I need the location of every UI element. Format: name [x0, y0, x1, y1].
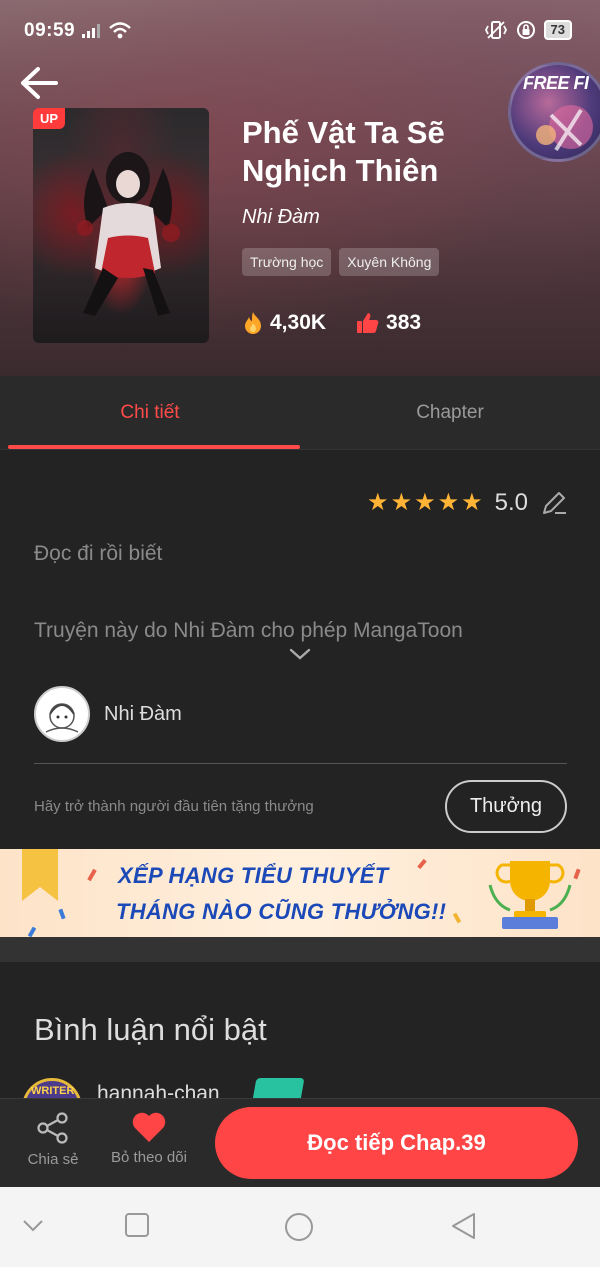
trophy-icon — [488, 861, 572, 929]
views-stat: 4,30K — [242, 311, 326, 335]
bookmark-ribbon-icon — [22, 849, 58, 901]
tag-list: Trường học Xuyên Không — [242, 248, 440, 276]
star-icon: ★ — [437, 489, 460, 516]
star-icon: ★ — [461, 489, 483, 516]
floating-game-ad[interactable]: FREE FI — [508, 62, 600, 162]
back-button[interactable] — [16, 60, 62, 106]
rating-value: 5.0 — [494, 489, 528, 516]
edit-rating-icon[interactable] — [540, 489, 568, 517]
comments-title: Bình luận nổi bật — [34, 1012, 267, 1047]
commenter-name[interactable]: hannah-chan — [97, 1082, 220, 1098]
divider — [34, 763, 567, 764]
status-time: 09:59 — [24, 20, 76, 41]
banner-headline: XẾP HẠNG TIỂU THUYẾT — [118, 863, 389, 888]
likes-count: 383 — [386, 311, 422, 334]
star-icon: ★ — [390, 489, 413, 516]
manga-description: Đọc đi rồi biết — [34, 542, 163, 565]
wifi-icon — [109, 22, 131, 39]
unfollow-label: Bỏ theo dõi — [111, 1149, 187, 1166]
cover-artwork — [77, 152, 180, 316]
recent-apps-icon[interactable] — [124, 1212, 150, 1238]
rotation-lock-icon — [516, 21, 535, 39]
manga-cover[interactable]: UP — [33, 108, 209, 343]
share-button[interactable]: Chia sẻ — [22, 1111, 84, 1168]
home-icon[interactable] — [284, 1212, 314, 1242]
writer-badge-label: WRITER — [31, 1085, 75, 1097]
share-label: Chia sẻ — [27, 1151, 79, 1168]
rating-row: ★ ★ ★ ★ ★ 5.0 — [367, 489, 568, 517]
continue-reading-button[interactable]: Đọc tiếp Chap.39 — [215, 1107, 578, 1179]
unfollow-button[interactable]: Bỏ theo dõi — [104, 1111, 194, 1166]
tag-school[interactable]: Trường học — [242, 248, 332, 276]
banner-subline: THÁNG NÀO CŨNG THƯỞNG!! — [116, 899, 447, 924]
vibrate-icon — [484, 21, 507, 39]
manga-title: Phế Vật Ta Sẽ Nghịch Thiên — [242, 115, 445, 188]
manga-author[interactable]: Nhi Đàm — [242, 206, 320, 229]
back-triangle-icon[interactable] — [450, 1212, 476, 1240]
commenter-avatar[interactable]: WRITER — [22, 1078, 82, 1098]
author-row-name: Nhi Đàm — [104, 702, 182, 725]
details-panel: ★ ★ ★ ★ ★ 5.0 Đọc đi rồi biết Truyện này… — [0, 451, 600, 849]
likes-stat: 383 — [356, 311, 421, 335]
gift-prompt: Hãy trở thành người đầu tiên tặng thưởng — [34, 798, 314, 815]
tab-details[interactable]: Chi tiết — [0, 376, 300, 449]
tag-time-travel[interactable]: Xuyên Không — [339, 248, 440, 276]
author-row[interactable]: Nhi Đàm — [34, 686, 182, 742]
thumbs-up-icon — [357, 313, 379, 333]
star-icon: ★ — [367, 489, 389, 516]
system-navigation-bar — [0, 1187, 600, 1267]
heart-icon — [132, 1112, 166, 1142]
share-icon — [37, 1112, 68, 1144]
manga-header: 09:59 73 FREE FI UP Phế Vật Ta Sẽ Nghịch… — [0, 0, 600, 376]
author-avatar — [34, 686, 90, 742]
back-arrow-icon — [21, 67, 58, 99]
battery-indicator: 73 — [543, 20, 572, 40]
star-icon: ★ — [414, 489, 436, 516]
section-separator — [0, 937, 600, 962]
chevron-down-icon[interactable] — [288, 647, 312, 661]
update-badge: UP — [33, 108, 66, 129]
tab-chapter[interactable]: Chapter — [300, 376, 600, 449]
manga-stats: 4,30K 383 — [242, 311, 421, 335]
signal-icon — [82, 24, 100, 38]
ad-artwork — [536, 105, 593, 152]
featured-comments: Bình luận nổi bật WRITER hannah-chan — [0, 962, 600, 1098]
chevron-down-icon[interactable] — [22, 1219, 44, 1233]
level-badge-icon — [251, 1078, 305, 1098]
fire-icon — [245, 312, 261, 334]
permission-note: Truyện này do Nhi Đàm cho phép MangaToon — [34, 619, 463, 642]
status-bar: 09:59 73 — [0, 0, 600, 60]
author-avatar-sketch — [45, 703, 79, 733]
bottom-action-bar: Chia sẻ Bỏ theo dõi Đọc tiếp Chap.39 — [0, 1098, 600, 1187]
detail-tabs: Chi tiết Chapter — [0, 376, 600, 450]
ranking-banner[interactable]: XẾP HẠNG TIỂU THUYẾT THÁNG NÀO CŨNG THƯỞ… — [0, 849, 600, 937]
gift-button[interactable]: Thưởng — [445, 780, 567, 833]
views-count: 4,30K — [270, 311, 327, 334]
status-right: 73 — [484, 20, 572, 40]
